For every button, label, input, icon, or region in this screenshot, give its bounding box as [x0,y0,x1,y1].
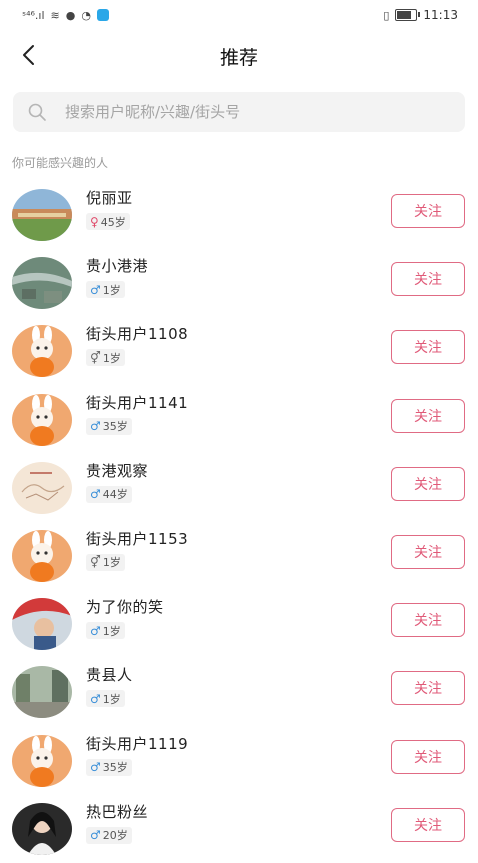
user-name[interactable]: 热巴粉丝 [86,801,148,822]
user-name[interactable]: 倪丽亚 [86,187,133,208]
list-item[interactable]: 贵小港港 ♂ 1岁 关注 [0,249,478,317]
age-label: 44岁 [102,488,128,502]
list-item[interactable]: 倪丽亚 ♀ 45岁 关注 [0,181,478,249]
gender-unknown-icon: ⚥ [90,555,101,570]
search-input[interactable] [63,102,451,122]
status-right: ▯ 11:13 [383,8,458,22]
avatar[interactable] [12,461,72,514]
list-item[interactable]: 街头用户1119 ♂ 35岁 关注 [0,727,478,795]
follow-button[interactable]: 关注 [391,603,465,638]
age-label: 1岁 [102,692,121,706]
gender-age-tag: ♂ 44岁 [86,485,132,503]
status-left: ˢ⁴⁶.ıl ≋ ● ◔ [22,9,109,22]
male-icon: ♂ [90,691,101,706]
message-icon: ◔ [81,8,91,22]
age-label: 1岁 [102,624,121,638]
app-badge-icon [96,9,109,21]
user-list: 倪丽亚 ♀ 45岁 关注 贵小港港 ♂ 1岁 关注 街头用户1108 ⚥ 1岁 关注 街头用户1141 ♂… [0,181,478,863]
list-item[interactable]: 街头用户1153 ⚥ 1岁 关注 [0,522,478,590]
vibrate-icon: ▯ [383,8,390,22]
follow-button[interactable]: 关注 [391,739,465,774]
list-item[interactable]: 街头用户1141 ♂ 35岁 关注 [0,386,478,454]
section-label: 你可能感兴趣的人 [12,156,109,170]
list-item[interactable]: 贵县人 ♂ 1岁 关注 [0,658,478,726]
age-label: 1岁 [102,283,121,297]
status-bar: ˢ⁴⁶.ıl ≋ ● ◔ ▯ 11:13 [0,0,478,30]
header: 推荐 [0,30,478,82]
gender-age-tag: ♀ 45岁 [86,213,130,230]
follow-button[interactable]: 关注 [391,807,465,842]
gender-age-tag: ⚥ 1岁 [86,349,125,367]
follow-button[interactable]: 关注 [391,262,465,297]
avatar[interactable] [12,598,72,651]
age-label: 20岁 [102,829,128,843]
gender-age-tag: ♂ 35岁 [86,758,132,776]
user-name[interactable]: 贵小港港 [86,255,148,276]
age-label: 35岁 [102,420,128,434]
list-item[interactable]: 为了你的笑 ♂ 1岁 关注 [0,590,478,658]
male-icon: ♂ [90,623,101,638]
age-label: 1岁 [102,351,121,365]
gender-age-tag: ♂ 1岁 [86,622,125,640]
page-title: 推荐 [219,46,258,69]
user-name[interactable]: 街头用户1153 [86,528,188,549]
gender-age-tag: ♂ 1岁 [86,281,125,299]
gender-unknown-icon: ⚥ [90,350,101,365]
user-name[interactable]: 贵港观察 [86,460,148,481]
user-name[interactable]: 街头用户1108 [86,323,188,344]
user-name[interactable]: 街头用户1119 [86,733,188,754]
follow-button[interactable]: 关注 [391,398,465,433]
list-item[interactable]: 贵港观察 ♂ 44岁 关注 [0,454,478,522]
avatar[interactable] [12,734,72,787]
gender-age-tag: ♂ 20岁 [86,826,132,844]
search-icon [28,103,46,121]
male-icon: ♂ [90,760,101,774]
search-bar[interactable] [13,92,465,132]
status-time: 11:13 [423,8,458,22]
male-icon: ♂ [90,487,101,502]
male-icon: ♂ [90,419,101,434]
user-name[interactable]: 贵县人 [86,664,133,685]
follow-button[interactable]: 关注 [391,534,465,569]
avatar[interactable] [12,257,72,310]
list-item[interactable]: 街头用户1108 ⚥ 1岁 关注 [0,317,478,385]
user-name[interactable]: 为了你的笑 [86,596,164,617]
battery-icon [395,9,421,21]
age-label: 1岁 [102,556,121,570]
gender-age-tag: ♂ 1岁 [86,690,125,708]
follow-button[interactable]: 关注 [391,466,465,501]
wifi-icon: ≋ [50,8,60,22]
age-label: 45岁 [100,215,126,229]
signal-icon: ˢ⁴⁶.ıl [22,8,45,22]
avatar[interactable] [12,530,72,583]
avatar[interactable] [12,666,72,719]
avatar[interactable] [12,802,72,855]
gender-age-tag: ⚥ 1岁 [86,553,125,571]
list-item[interactable]: 热巴粉丝 ♂ 20岁 关注 [0,795,478,863]
avatar[interactable] [12,325,72,378]
avatar[interactable] [12,393,72,446]
female-icon: ♀ [90,214,99,229]
gender-age-tag: ♂ 35岁 [86,417,132,435]
male-icon: ♂ [90,828,101,843]
follow-button[interactable]: 关注 [391,194,465,228]
follow-button[interactable]: 关注 [391,671,465,706]
male-icon: ♂ [90,282,101,297]
chat-icon: ● [65,8,76,22]
back-arrow-icon[interactable] [18,43,42,67]
follow-button[interactable]: 关注 [391,330,465,365]
avatar[interactable] [12,189,72,242]
age-label: 35岁 [102,761,128,774]
user-name[interactable]: 街头用户1141 [86,392,188,413]
